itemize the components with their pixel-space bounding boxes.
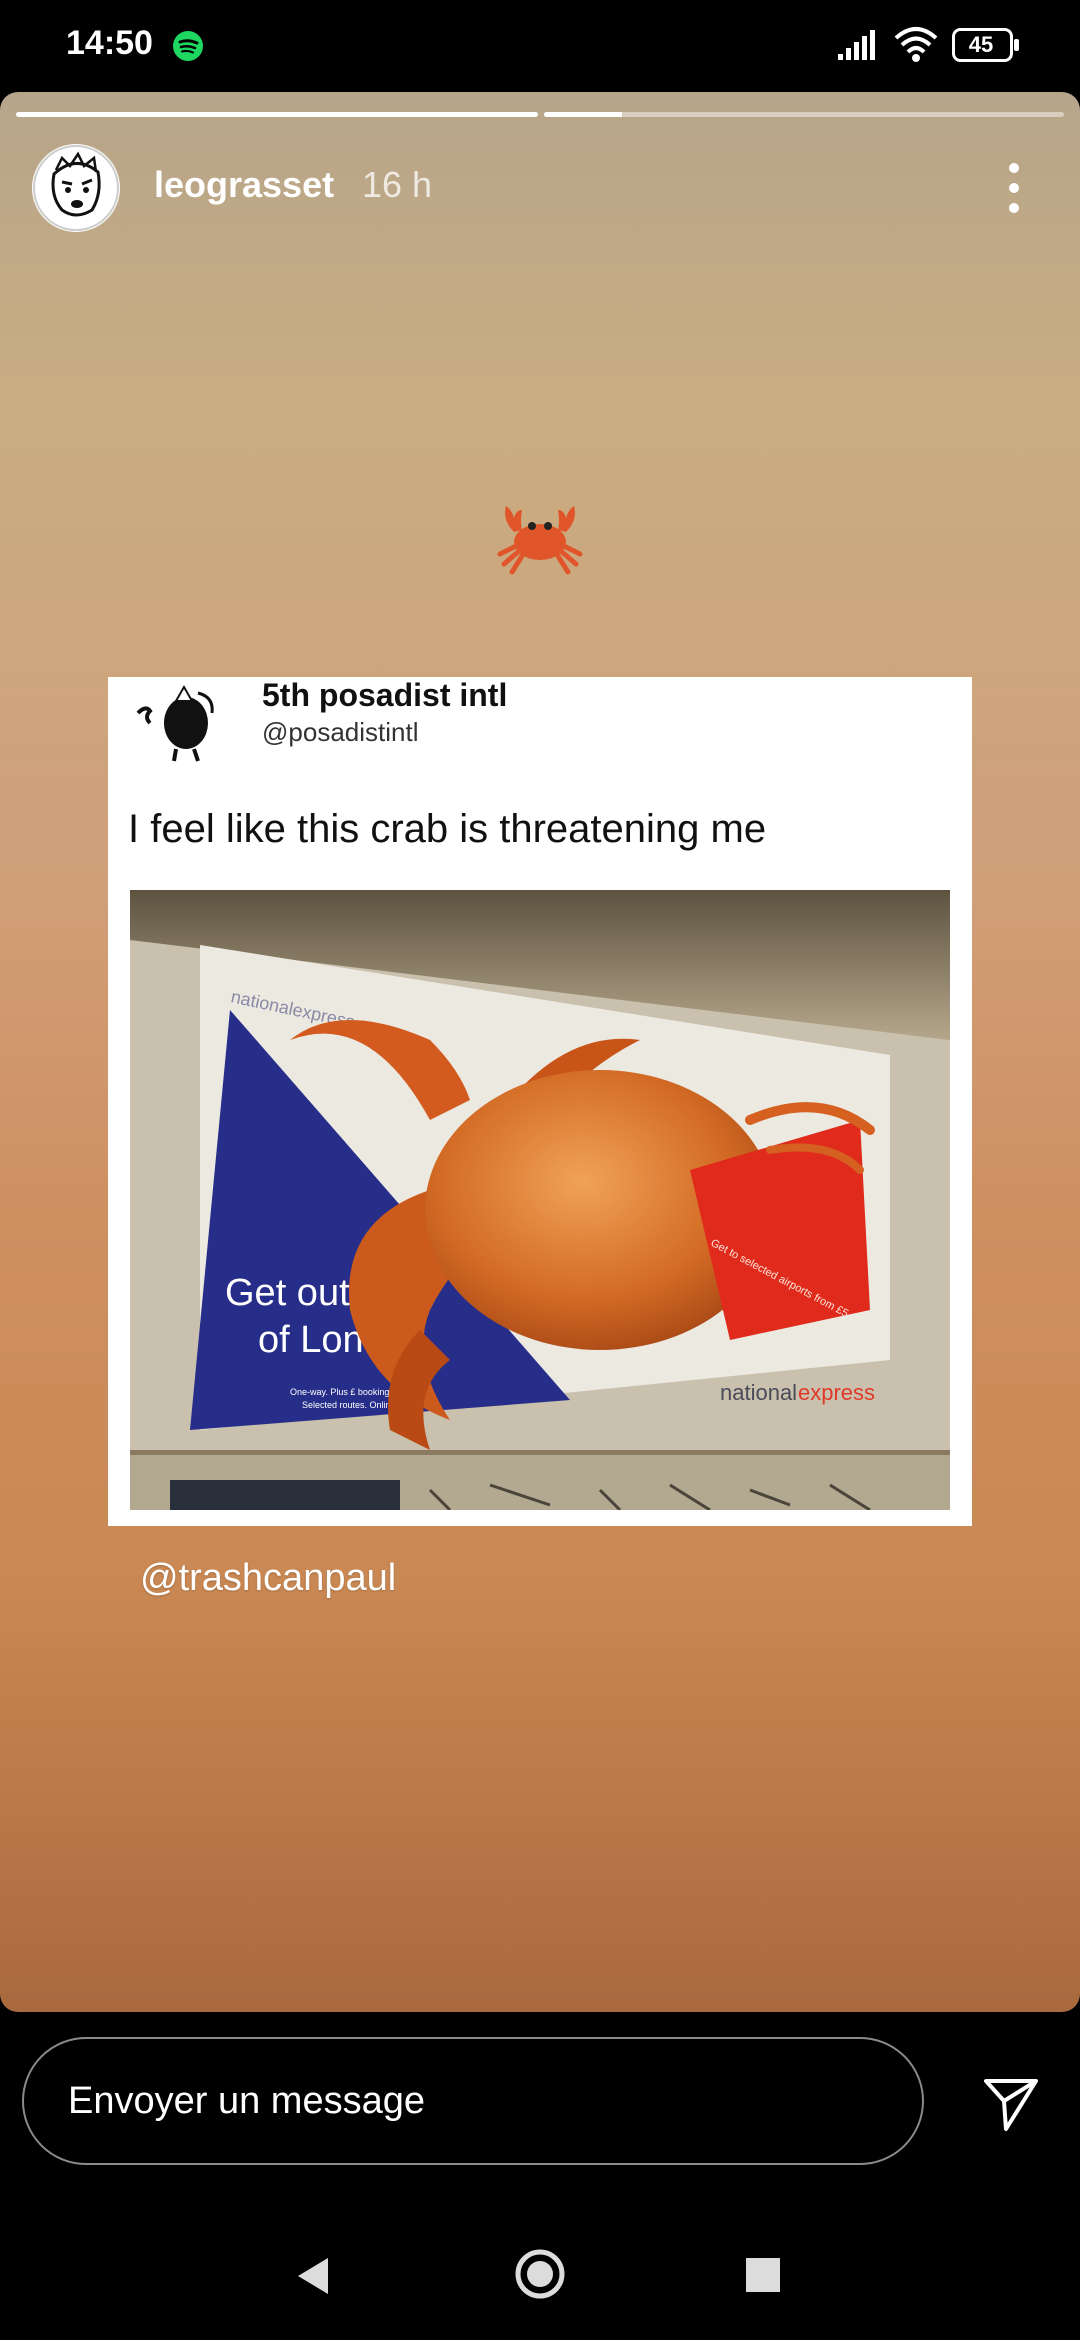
crab-ad-photo: nationalexpress.com Get out of London On… (130, 890, 950, 1510)
home-icon[interactable] (514, 2248, 566, 2300)
story-card[interactable]: leograsset 16 h 5th posadist intl @posad… (0, 92, 1080, 2012)
wifi-icon (894, 27, 938, 62)
story-progress-2 (544, 112, 1064, 117)
story-progress-fill-2 (544, 112, 622, 117)
meme-author-handle: @posadistintl (262, 717, 419, 747)
status-time: 14:50 (66, 24, 153, 62)
avatar-drawing (33, 145, 119, 231)
meme-author-name: 5th posadist intl (262, 677, 508, 713)
story-progress-1 (16, 112, 538, 117)
ad-brand-1: national (720, 1380, 797, 1405)
meme-image: 5th posadist intl @posadistintl I feel l… (108, 677, 972, 1526)
meme-author-avatar (136, 684, 214, 762)
meme-tweet-text: I feel like this crab is threatening me (128, 807, 767, 851)
message-input[interactable] (22, 2037, 924, 2165)
back-icon[interactable] (296, 2256, 330, 2296)
battery-icon: 45 (952, 28, 1022, 62)
story-progress-fill-1 (16, 112, 538, 117)
send-icon[interactable] (982, 2075, 1040, 2133)
story-time-ago: 16 h (362, 164, 433, 205)
more-options-icon[interactable] (996, 158, 1032, 218)
signal-icon (838, 30, 875, 60)
mention-sticker[interactable]: @trashcanpaul (140, 1557, 396, 1600)
story-username[interactable]: leograsset (154, 164, 334, 206)
meme-photo: nationalexpress.com Get out of London On… (130, 890, 950, 1510)
ad-brand-2: express (798, 1380, 875, 1405)
ad-headline-1: Get out (225, 1272, 350, 1314)
avatar[interactable] (32, 144, 120, 232)
recent-apps-icon[interactable] (746, 2258, 780, 2292)
crab-emoji-icon (497, 506, 583, 575)
ad-fine-1: One-way. Plus £ booking fee (290, 1387, 404, 1397)
battery-level: 45 (968, 32, 994, 57)
spotify-icon (173, 31, 203, 61)
status-bar: 14:50 45 (0, 0, 1080, 92)
